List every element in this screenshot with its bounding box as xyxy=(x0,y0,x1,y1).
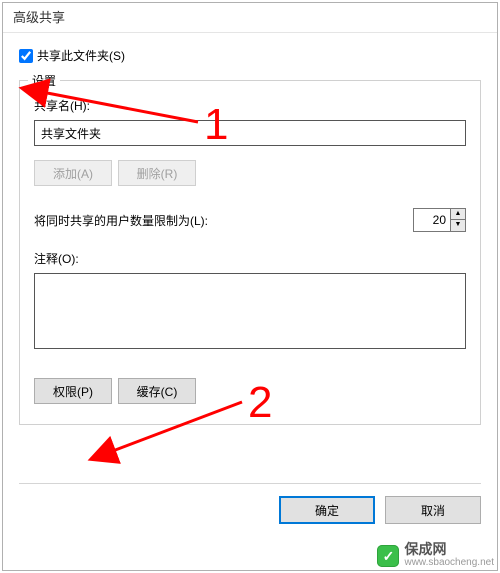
window-title: 高级共享 xyxy=(13,10,65,25)
watermark-check-icon: ✓ xyxy=(377,545,399,567)
settings-group: 设置 共享名(H): 添加(A) 删除(R) 将同时共享的用户数量限制为(L):… xyxy=(19,80,481,425)
user-limit-input[interactable] xyxy=(414,209,450,231)
spinner-up-icon[interactable]: ▲ xyxy=(451,209,465,220)
watermark-url: www.sbaocheng.net xyxy=(404,556,494,569)
comment-label: 注释(O): xyxy=(34,250,466,267)
add-button: 添加(A) xyxy=(34,160,112,186)
watermark: ✓ 保成网 www.sbaocheng.net xyxy=(377,543,494,569)
cancel-button[interactable]: 取消 xyxy=(385,496,481,524)
share-folder-checkbox[interactable] xyxy=(19,49,33,63)
cache-button[interactable]: 缓存(C) xyxy=(118,378,196,404)
title-bar: 高级共享 xyxy=(3,3,497,33)
share-folder-label: 共享此文件夹(S) xyxy=(37,47,125,64)
user-limit-spinner[interactable]: ▲ ▼ xyxy=(413,208,466,232)
comment-input[interactable] xyxy=(34,273,466,349)
remove-button: 删除(R) xyxy=(118,160,196,186)
permissions-button[interactable]: 权限(P) xyxy=(34,378,112,404)
advanced-sharing-dialog: 高级共享 共享此文件夹(S) 设置 共享名(H): 添加(A) 删除(R) 将同… xyxy=(2,2,498,571)
settings-legend: 设置 xyxy=(28,72,60,89)
separator xyxy=(19,483,481,484)
share-folder-checkbox-row[interactable]: 共享此文件夹(S) xyxy=(19,47,481,64)
share-name-label: 共享名(H): xyxy=(34,97,466,114)
share-name-input[interactable] xyxy=(34,120,466,146)
watermark-title: 保成网 xyxy=(404,543,494,556)
spinner-down-icon[interactable]: ▼ xyxy=(451,220,465,231)
ok-button[interactable]: 确定 xyxy=(279,496,375,524)
user-limit-label: 将同时共享的用户数量限制为(L): xyxy=(34,212,208,229)
